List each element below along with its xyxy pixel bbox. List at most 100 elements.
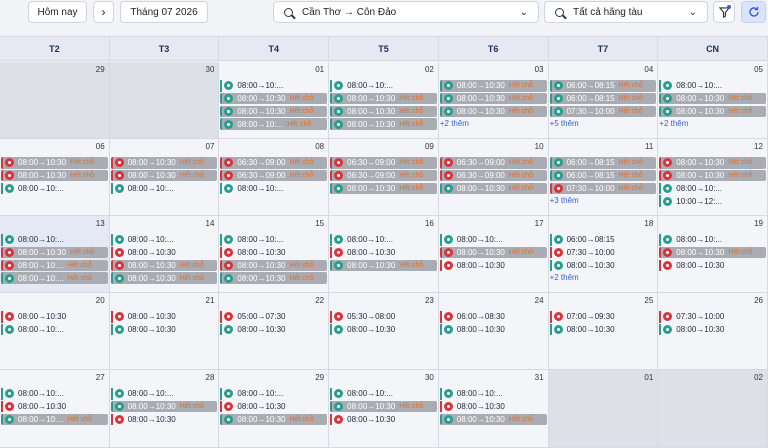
day-cell[interactable]: 10 06:30→09:00 Hết chỗ 06:30→09:00 Hết chỗ 08… <box>438 139 549 216</box>
trip-event[interactable]: 08:00→10:30 Hết chỗ <box>110 157 218 169</box>
trip-event[interactable]: 08:00→10:30 Hết chỗ <box>220 413 328 426</box>
trip-event[interactable]: 05:00→07:30 <box>220 311 327 323</box>
day-cell[interactable]: 02 <box>658 370 768 448</box>
trip-event[interactable]: 08:00→10:30 <box>220 400 327 413</box>
day-cell[interactable]: 01 <box>548 370 659 448</box>
more-events-link[interactable]: +2 thêm <box>440 119 548 128</box>
trip-event[interactable]: 08:00→10:... <box>110 182 218 195</box>
more-events-link[interactable]: +2 thêm <box>659 119 767 128</box>
day-cell[interactable]: 08 06:30→09:00 Hết chỗ 06:30→09:00 Hết chỗ 08… <box>219 139 330 216</box>
filter-button[interactable] <box>713 1 735 23</box>
day-cell[interactable]: 27 08:00→10:... 08:00→10:30 08:00→10:... Hết… <box>0 370 110 448</box>
route-select[interactable]: Cần Thơ → Côn Đảo ⌄ <box>273 1 539 23</box>
trip-event[interactable]: 06:30→09:00 Hết chỗ <box>330 157 437 169</box>
trip-event[interactable]: 08:00→10:30 <box>110 413 218 426</box>
trip-event[interactable]: 06:00→08:15 Hết chỗ <box>549 92 657 105</box>
trip-event[interactable]: 08:00→10:30 Hết chỗ <box>330 259 437 272</box>
trip-event[interactable]: 08:00→10:... <box>330 388 437 400</box>
day-cell[interactable]: 05 08:00→10:... 08:00→10:30 Hết chỗ 08:00→10… <box>658 62 768 139</box>
day-cell[interactable]: 29 08:00→10:... 08:00→10:30 08:00→10:30 Hết … <box>219 370 330 448</box>
trip-event[interactable]: 08:00→10:30 <box>330 246 437 259</box>
day-cell[interactable]: 19 08:00→10:... 08:00→10:30 Hết chỗ 08:00→10… <box>658 216 768 293</box>
trip-event[interactable]: 06:30→09:00 Hết chỗ <box>220 169 328 182</box>
trip-event[interactable]: 08:00→10:30 Hết chỗ <box>439 105 547 118</box>
today-button[interactable]: Hôm nay <box>28 1 87 23</box>
trip-event[interactable]: 08:00→10:30 Hết chỗ <box>1 157 108 169</box>
day-cell[interactable]: 22 05:00→07:30 08:00→10:30 <box>219 293 330 370</box>
trip-event[interactable]: 08:00→10:30 <box>659 259 766 272</box>
trip-event[interactable]: 08:00→10:30 Hết chỗ <box>330 105 437 118</box>
trip-event[interactable]: 07:30→10:00 <box>659 311 766 323</box>
day-cell[interactable]: 20 08:00→10:30 08:00→10:... <box>0 293 110 370</box>
trip-event[interactable]: 08:00→10:30 <box>659 323 766 336</box>
trip-event[interactable]: 08:00→10:... <box>330 234 437 246</box>
day-cell[interactable]: 01 08:00→10:... 08:00→10:30 Hết chỗ 08:00→10… <box>219 62 330 139</box>
day-cell[interactable]: 30 <box>109 62 220 139</box>
trip-event[interactable]: 08:00→10:30 Hết chỗ <box>439 246 547 259</box>
trip-event[interactable]: 08:00→10:... <box>220 234 327 246</box>
trip-event[interactable]: 08:00→10:30 Hết chỗ <box>330 92 437 105</box>
trip-event[interactable]: 08:00→10:... <box>1 182 108 195</box>
trip-event[interactable]: 07:30→10:00 Hết chỗ <box>549 182 657 195</box>
trip-event[interactable]: 08:00→10:30 Hết chỗ <box>110 272 218 284</box>
day-cell[interactable]: 25 07:00→09:30 08:00→10:30 <box>548 293 659 370</box>
day-cell[interactable]: 14 08:00→10:... 08:00→10:30 08:00→10:30 Hết … <box>109 216 220 293</box>
day-cell[interactable]: 29 <box>0 62 110 139</box>
trip-event[interactable]: 06:00→08:15 Hết chỗ <box>549 169 657 182</box>
trip-event[interactable]: 06:00→08:15 <box>549 234 657 246</box>
trip-event[interactable]: 08:00→10:30 <box>220 246 327 259</box>
day-cell[interactable]: 21 08:00→10:30 08:00→10:30 <box>109 293 220 370</box>
trip-event[interactable]: 08:00→10:30 <box>330 323 437 336</box>
day-cell[interactable]: 23 05:30→08:00 08:00→10:30 <box>329 293 439 370</box>
day-cell[interactable]: 31 08:00→10:... 08:00→10:30 08:00→10:30 Hết … <box>438 370 549 448</box>
trip-event[interactable]: 08:00→10:30 Hết chỗ <box>110 169 218 182</box>
day-cell[interactable]: 13 08:00→10:... 08:00→10:30 Hết chỗ 08:00→10… <box>0 216 110 293</box>
trip-event[interactable]: 08:00→10:30 Hết chỗ <box>659 105 766 118</box>
trip-event[interactable]: 08:00→10:... <box>110 388 218 400</box>
day-cell[interactable]: 24 06:00→08:30 08:00→10:30 <box>438 293 549 370</box>
day-cell[interactable]: 18 06:00→08:15 07:30→10:00 08:00→10:30 +2 th… <box>548 216 659 293</box>
trip-event[interactable]: 08:00→10:30 Hết chỗ <box>220 272 328 284</box>
trip-event[interactable]: 08:00→10:... <box>1 234 108 246</box>
trip-event[interactable]: 08:00→10:... <box>659 234 766 246</box>
day-cell[interactable]: 09 06:30→09:00 Hết chỗ 06:30→09:00 Hết chỗ 08… <box>329 139 439 216</box>
trip-event[interactable]: 08:00→10:... Hết chỗ <box>1 413 108 426</box>
trip-event[interactable]: 08:00→10:... Hết chỗ <box>1 272 108 284</box>
trip-event[interactable]: 06:30→09:00 Hết chỗ <box>439 157 547 169</box>
next-month-button[interactable]: › <box>93 1 114 23</box>
day-cell[interactable]: 04 06:00→08:15 Hết chỗ 06:00→08:15 Hết chỗ 07… <box>548 62 659 139</box>
trip-event[interactable]: 08:00→10:30 Hết chỗ <box>439 413 547 426</box>
trip-event[interactable]: 08:00→10:30 Hết chỗ <box>659 169 766 182</box>
trip-event[interactable]: 08:00→10:... <box>439 234 547 246</box>
trip-event[interactable]: 08:00→10:30 <box>439 400 547 413</box>
trip-event[interactable]: 08:00→10:30 <box>549 323 657 336</box>
trip-event[interactable]: 08:00→10:30 <box>220 323 327 336</box>
trip-event[interactable]: 08:00→10:... <box>330 80 437 92</box>
trip-event[interactable]: 08:00→10:30 Hết chỗ <box>220 92 328 105</box>
trip-event[interactable]: 05:30→08:00 <box>330 311 437 323</box>
day-cell[interactable]: 03 08:00→10:30 Hết chỗ 08:00→10:30 Hết chỗ 08… <box>438 62 549 139</box>
trip-event[interactable]: 08:00→10:30 <box>1 400 108 413</box>
trip-event[interactable]: 08:00→10:30 Hết chỗ <box>220 259 328 272</box>
refresh-button[interactable] <box>741 1 766 23</box>
trip-event[interactable]: 08:00→10:30 Hết chỗ <box>1 169 108 182</box>
trip-event[interactable]: 08:00→10:30 Hết chỗ <box>659 92 766 105</box>
day-cell[interactable]: 12 08:00→10:30 Hết chỗ 08:00→10:30 Hết chỗ 08… <box>658 139 768 216</box>
day-cell[interactable]: 26 07:30→10:00 08:00→10:30 <box>658 293 768 370</box>
trip-event[interactable]: 08:00→10:30 <box>1 311 108 323</box>
trip-event[interactable]: 08:00→10:... <box>659 80 766 92</box>
trip-event[interactable]: 06:00→08:15 Hết chỗ <box>549 80 657 92</box>
month-picker-button[interactable]: Tháng 07 2026 <box>120 1 208 23</box>
trip-event[interactable]: 08:00→10:30 Hết chỗ <box>330 182 437 195</box>
trip-event[interactable]: 10:00→12:... <box>659 195 766 207</box>
more-events-link[interactable]: +3 thêm <box>550 196 658 205</box>
trip-event[interactable]: 07:30→10:00 Hết chỗ <box>549 105 657 118</box>
trip-event[interactable]: 08:00→10:30 <box>439 259 547 272</box>
trip-event[interactable]: 08:00→10:... <box>1 388 108 400</box>
more-events-link[interactable]: +5 thêm <box>550 119 658 128</box>
trip-event[interactable]: 08:00→10:... <box>659 182 766 195</box>
trip-event[interactable]: 08:00→10:... Hết chỗ <box>220 118 328 130</box>
trip-event[interactable]: 08:00→10:30 <box>110 323 218 336</box>
trip-event[interactable]: 08:00→10:... <box>220 80 327 92</box>
trip-event[interactable]: 08:00→10:30 Hết chỗ <box>659 246 766 259</box>
